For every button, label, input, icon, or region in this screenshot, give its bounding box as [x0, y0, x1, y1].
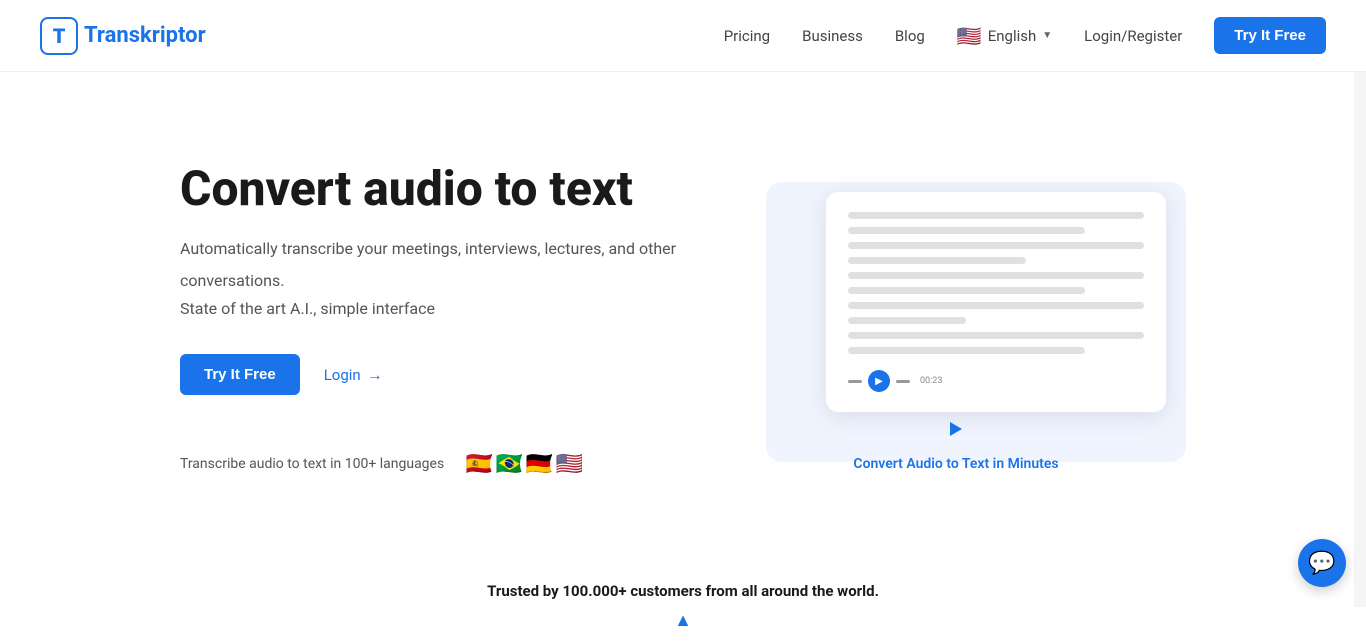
logo-text: Transkriptor [84, 23, 206, 48]
transcript-line [848, 257, 1026, 264]
transcript-line [848, 272, 1144, 279]
languages-label: Transcribe audio to text in 100+ languag… [180, 456, 444, 472]
transcript-line [848, 302, 1144, 309]
transcript-line [848, 227, 1085, 234]
hero-try-free-button[interactable]: Try It Free [180, 354, 300, 395]
tree-icon: ▲ [674, 610, 692, 631]
nav-business[interactable]: Business [802, 27, 863, 45]
transcript-line [848, 347, 1085, 354]
nav-pricing[interactable]: Pricing [724, 27, 770, 45]
hero-section: Convert audio to text Automatically tran… [0, 72, 1366, 552]
logo[interactable]: T Transkriptor [40, 17, 206, 55]
login-register-link[interactable]: Login/Register [1084, 27, 1182, 45]
nav-blog[interactable]: Blog [895, 27, 925, 45]
hero-buttons: Try It Free Login → [180, 354, 676, 395]
hero-illustration: ▶ 00:23 Convert Audio to Text in Minutes [726, 162, 1186, 482]
language-label: English [988, 27, 1037, 45]
hero-subtitle-line2: conversations. [180, 268, 676, 294]
nav-try-free-button[interactable]: Try It Free [1214, 17, 1326, 54]
scrollbar-track[interactable] [1354, 0, 1366, 607]
trusted-section: Trusted by 100.000+ customers from all a… [0, 552, 1366, 610]
hero-title: Convert audio to text [180, 161, 676, 216]
chat-bubble-button[interactable]: 💬 [1298, 539, 1346, 587]
play-button[interactable]: ▶ [868, 370, 890, 392]
hero-subtitle-line1: Automatically transcribe your meetings, … [180, 236, 676, 262]
flag-icons: 🇪🇸 🇧🇷 🇩🇪 🇺🇸 [460, 445, 588, 483]
chat-icon: 💬 [1308, 551, 1335, 576]
transcript-line [848, 242, 1144, 249]
transcript-line [848, 212, 1144, 219]
hero-login-link[interactable]: Login → [324, 365, 383, 385]
us-flag-icon: 🇺🇸 [957, 24, 982, 48]
convert-label: Convert Audio to Text in Minutes [853, 456, 1058, 472]
transcript-line [848, 332, 1144, 339]
trusted-text: Trusted by 100.000+ customers from all a… [487, 582, 879, 600]
language-selector[interactable]: 🇺🇸 English ▼ [957, 24, 1052, 48]
us-flag-circle-icon: 🇺🇸 [550, 445, 588, 483]
transcript-line [848, 287, 1085, 294]
logo-icon: T [40, 17, 78, 55]
bottom-tree: ▲ [0, 610, 1366, 641]
nav-links: Pricing Business Blog 🇺🇸 English ▼ Login… [724, 17, 1326, 54]
hero-content: Convert audio to text Automatically tran… [180, 161, 676, 483]
chevron-down-icon: ▼ [1042, 30, 1052, 41]
navbar: T Transkriptor Pricing Business Blog 🇺🇸 … [0, 0, 1366, 72]
arrow-icon: → [367, 365, 383, 385]
languages-row: Transcribe audio to text in 100+ languag… [180, 445, 676, 483]
hero-ai-text: State of the art A.I., simple interface [180, 299, 676, 318]
transcript-card: ▶ 00:23 [826, 192, 1166, 412]
transcript-line [848, 317, 966, 324]
login-label: Login [324, 366, 361, 384]
